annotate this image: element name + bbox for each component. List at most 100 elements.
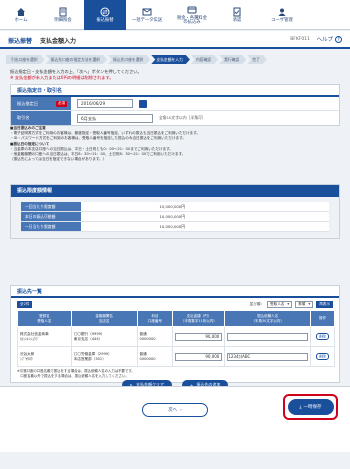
table-header-row: 登録名 受取人名 金融機関名 支店名 科目 口座番号 支払金額（円） （半角数字… bbox=[17, 310, 335, 327]
date-label-cell: 振込指定日 必須 bbox=[11, 97, 71, 110]
nav-approval[interactable]: 承認 bbox=[216, 0, 258, 30]
next-label: 次へ bbox=[168, 408, 178, 413]
nav-statement-label: 明細照会 bbox=[54, 17, 72, 23]
date-label: 振込指定日 bbox=[17, 100, 38, 106]
transfer-icon bbox=[100, 7, 110, 17]
table-row: 株式会社信金商事 ｶ)ｼﾝｷﾝｼｮｳｼﾞ 〇〇銀行（9999） 東京支店（444） … bbox=[17, 326, 335, 347]
table-row: 渋谷太郎 ｼﾌﾞﾔﾀﾛｳ 〇〇労働金庫（2999） 本店営業部（301） 普通 000… bbox=[17, 346, 335, 367]
limit-panel: 振込限度額情報 一回当たり限度額 10,000,000円 本日の振込可能額 10… bbox=[10, 184, 340, 239]
nav-data-transmission-label: 一括データ伝送 bbox=[131, 17, 163, 23]
category-title: 振込振替 bbox=[8, 38, 33, 45]
limit-heading[interactable]: 振込限度額情報 bbox=[11, 185, 339, 197]
col-header: 振込依頼人名 （半角30文字以内） bbox=[224, 310, 312, 327]
limit-label: 一回当たり限度額 bbox=[21, 202, 81, 211]
step-2: 振込先口座の指定方法を選択 bbox=[46, 55, 107, 64]
name-hint: 全角10文字以内［半角可］ bbox=[159, 115, 206, 120]
col-header: 科目 口座番号 bbox=[136, 310, 174, 327]
account-number: 0000000 bbox=[139, 356, 156, 361]
branch-name: 本店営業部（301） bbox=[73, 356, 106, 361]
specify-heading: 振込指定日・取引名 bbox=[11, 85, 339, 97]
download-icon: ⤓ bbox=[299, 405, 302, 410]
nav-tax-payment[interactable]: 税金・各種料金 の払込み bbox=[168, 0, 216, 30]
delete-button[interactable]: 削除 bbox=[316, 352, 329, 360]
account-number: 0000000 bbox=[139, 336, 156, 341]
amount-input[interactable]: 90,000 bbox=[175, 352, 223, 361]
bank-cell: 〇〇労働金庫（2999） 本店営業部（301） bbox=[70, 346, 138, 367]
approval-icon bbox=[233, 7, 241, 17]
requester-cell: 1234ｶ)ABC bbox=[224, 346, 312, 367]
user-management-icon bbox=[278, 8, 286, 16]
limit-row: 一日当たり限度額 10,000,000円 bbox=[21, 222, 329, 232]
note-line: （振込先によっては当日を指定できない場合があります。） bbox=[10, 157, 107, 162]
nav-home[interactable]: ホーム bbox=[0, 0, 42, 30]
nav-data-transmission[interactable]: 一括データ伝送 bbox=[126, 0, 168, 30]
col-header: 操作 bbox=[310, 310, 335, 327]
op-cell: 削除 bbox=[310, 326, 335, 347]
limit-value: 10,000,000円 bbox=[159, 213, 185, 219]
title-bar: 振込振替 支払金額入力 BFKF011 ヘルプ ? bbox=[0, 31, 350, 49]
list-heading: 振込先一覧 bbox=[11, 286, 339, 298]
op-cell: 削除 bbox=[310, 346, 335, 367]
list-note: 口座名義以外で振込をする場合は、振込依頼人名を入力してください。 bbox=[17, 373, 129, 378]
sort-order-select[interactable]: 昇順 ▾ bbox=[295, 300, 314, 308]
redisplay-button[interactable]: 再表示 bbox=[316, 300, 333, 308]
limit-value: 10,000,000円 bbox=[159, 223, 185, 229]
page-title: 支払金額入力 bbox=[40, 38, 77, 45]
step-5: 内容確認 bbox=[191, 55, 218, 64]
name-value-cell: 6月支払 全角10文字以内［半角可］ bbox=[71, 111, 339, 125]
requester-cell bbox=[224, 326, 312, 347]
bank-cell: 〇〇銀行（9999） 東京支店（444） bbox=[70, 326, 138, 347]
date-value-cell: 2016/06/29 bbox=[71, 97, 339, 110]
statement-icon bbox=[59, 7, 67, 17]
count-badge: 全2件 bbox=[17, 300, 33, 308]
next-button[interactable]: 次へ › bbox=[142, 403, 208, 417]
step-6: 実行確認 bbox=[219, 55, 246, 64]
sort-field-value: 受取人名 bbox=[270, 301, 285, 306]
sort-field-select[interactable]: 受取人名 ▾ bbox=[267, 300, 293, 308]
chevron-down-icon: ▾ bbox=[308, 302, 311, 306]
sort-order-value: 昇順 bbox=[298, 301, 306, 306]
temp-save-label: 一時保存 bbox=[303, 405, 322, 410]
nav-approval-label: 承認 bbox=[232, 17, 242, 23]
nav-user-management[interactable]: ユーザ管理 bbox=[258, 0, 306, 30]
requester-input[interactable]: 1234ｶ)ABC bbox=[227, 352, 309, 361]
notes: ■当日振込みのご注意 ・電子証明書方式をご利用のお客様は、都度指定・受取人番号指… bbox=[10, 126, 340, 162]
requester-input[interactable] bbox=[227, 332, 309, 341]
nav-statement[interactable]: 明細照会 bbox=[42, 0, 84, 30]
transaction-name-input[interactable]: 6月支払 bbox=[77, 113, 153, 123]
payee-name: ｶ)ｼﾝｷﾝｼｮｳｼﾞ bbox=[20, 336, 40, 341]
nav-user-management-label: ユーザ管理 bbox=[271, 17, 293, 23]
progress-steps: 引出口座を選択 振込先口座の指定方法を選択 振込先口座を選択 支払金額を入力 内… bbox=[6, 55, 268, 64]
nav-transfer-label: 振込振替 bbox=[96, 17, 114, 23]
list-notes: ※引落口座の口座名義で振込をする場合は、振込依頼人名の入力は不要です。 口座名義… bbox=[11, 367, 339, 378]
limit-label: 一日当たり限度額 bbox=[21, 222, 81, 231]
limit-heading-label: 振込限度額情報 bbox=[17, 188, 53, 194]
transfer-date-input[interactable]: 2016/06/29 bbox=[77, 99, 133, 108]
nav-tax-payment-label: 税金・各種料金 の払込み bbox=[176, 15, 208, 25]
nav-home-label: ホーム bbox=[14, 17, 28, 23]
data-transmission-icon bbox=[142, 8, 152, 16]
help-link[interactable]: ヘルプ ? bbox=[316, 35, 342, 43]
amount-cell: 90,000 bbox=[172, 346, 226, 367]
temp-save-button[interactable]: ⤓ 一時保存 bbox=[287, 399, 334, 415]
name-label: 取引名 bbox=[17, 115, 30, 120]
sort-controls: 並び順： 受取人名 ▾ 昇順 ▾ 再表示 bbox=[249, 300, 333, 308]
account-cell: 普通 0000000 bbox=[136, 326, 174, 347]
nav-transfer[interactable]: 振込振替 bbox=[84, 0, 126, 30]
step-3: 振込先口座を選択 bbox=[108, 55, 150, 64]
limit-row: 一回当たり限度額 10,000,000円 bbox=[21, 202, 329, 212]
warning-line: ※ 支払金額が未入力または0円の明細は削除されます。 bbox=[10, 75, 114, 80]
branch-name: 東京支店（444） bbox=[73, 336, 103, 341]
amount-input[interactable]: 90,000 bbox=[175, 332, 223, 341]
payee-cell: 渋谷太郎 ｼﾌﾞﾔﾀﾛｳ bbox=[17, 346, 72, 367]
step-7: 完了 bbox=[247, 55, 267, 64]
step-4-current: 支払金額を入力 bbox=[151, 55, 190, 64]
transfer-list-panel: 振込先一覧 全2件 並び順： 受取人名 ▾ 昇順 ▾ 再表示 登録名 受取人名 … bbox=[10, 285, 340, 391]
calendar-icon[interactable] bbox=[139, 99, 147, 108]
help-label: ヘルプ bbox=[316, 37, 333, 43]
amount-cell: 90,000 bbox=[172, 326, 226, 347]
delete-button[interactable]: 削除 bbox=[316, 332, 329, 340]
account-cell: 普通 0000000 bbox=[136, 346, 174, 367]
sort-label: 並び順： bbox=[249, 301, 265, 306]
col-header: 支払金額（円） （半角数字11桁以内） bbox=[172, 310, 226, 327]
